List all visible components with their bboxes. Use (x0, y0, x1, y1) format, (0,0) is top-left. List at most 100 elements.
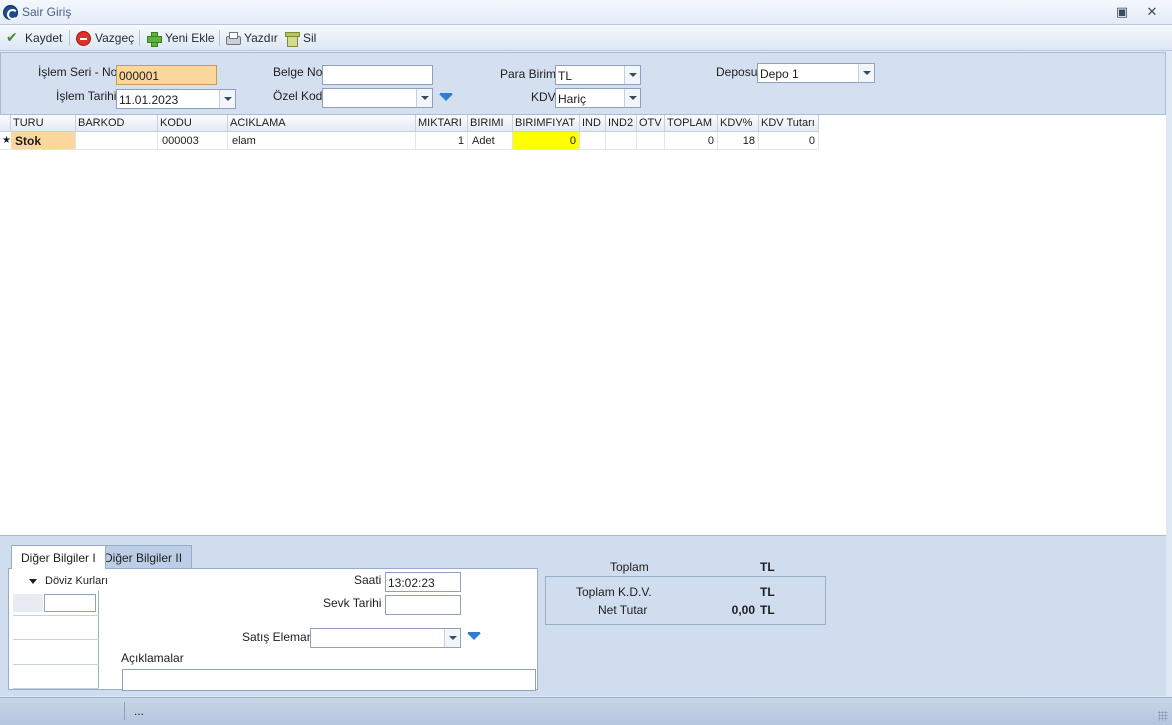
collapse-arrow-icon[interactable] (29, 579, 37, 584)
satis-elemani-combo[interactable] (310, 628, 461, 648)
table-cell[interactable] (580, 132, 606, 150)
table-cell[interactable]: 0 (665, 132, 718, 150)
column-header[interactable]: TOPLAM (665, 115, 718, 132)
window-title: Sair Giriş (22, 5, 72, 19)
save-button[interactable]: Kaydet (6, 29, 62, 47)
app-logo-icon (3, 5, 18, 20)
status-bar: ... (0, 697, 1172, 725)
column-header[interactable]: MIKTARI (416, 115, 468, 132)
chevron-down-icon[interactable] (858, 64, 874, 82)
resize-grip-icon[interactable] (1158, 711, 1168, 721)
islem-tarihi-label: İşlem Tarihi (56, 89, 117, 103)
printer-icon (225, 31, 241, 46)
deposu-value: Depo 1 (760, 67, 799, 81)
aciklamalar-field[interactable] (122, 669, 536, 691)
sevk-tarihi-field[interactable] (385, 595, 461, 615)
saati-label: Saati (354, 573, 382, 587)
table-cell[interactable]: Stok (11, 132, 76, 150)
chevron-down-icon[interactable] (416, 89, 432, 107)
grid-corner (0, 115, 11, 132)
table-cell[interactable] (637, 132, 665, 150)
deposu-label: Deposu (716, 65, 758, 79)
satis-elemani-label: Satış Elemanı (242, 630, 317, 644)
doviz-kurlari-label: Döviz Kurları (45, 575, 108, 587)
print-button[interactable]: Yazdır (225, 29, 278, 47)
toplam-kdv-label: Toplam K.D.V. (576, 585, 652, 599)
filter-icon[interactable] (467, 632, 481, 644)
close-icon[interactable]: ✕ (1144, 4, 1160, 20)
kdv-value: Hariç (558, 92, 587, 106)
doviz-kurlari-grid[interactable] (13, 591, 99, 690)
add-new-button[interactable]: Yeni Ekle (146, 29, 215, 47)
header-form: İşlem Seri - No 000001 İşlem Tarihi 11.0… (0, 52, 1166, 115)
delete-button[interactable]: Sil (284, 29, 316, 47)
table-cell[interactable]: 0 (759, 132, 819, 150)
table-cell[interactable] (76, 132, 158, 150)
column-header[interactable]: KDV Tutarı (759, 115, 819, 132)
toolbar-divider (219, 30, 220, 46)
cancel-button-label: Vazgeç (95, 31, 135, 45)
kdv-label: KDV (531, 90, 556, 104)
table-cell[interactable]: 1 (416, 132, 468, 150)
grid-line (13, 615, 99, 616)
grid-line (13, 664, 99, 665)
save-button-label: Kaydet (25, 31, 63, 45)
toplam-label: Toplam (610, 560, 649, 574)
column-header[interactable]: TURU (11, 115, 76, 132)
filter-icon[interactable] (439, 93, 453, 105)
column-header[interactable]: OTV (637, 115, 665, 132)
toplam-kdv-currency: TL (760, 585, 775, 599)
grid-line (13, 688, 99, 689)
deposu-combo[interactable]: Depo 1 (757, 63, 875, 83)
column-header[interactable]: BIRIMFIYAT (513, 115, 580, 132)
column-header[interactable]: BIRIMI (468, 115, 513, 132)
chevron-down-icon[interactable] (624, 66, 640, 84)
belge-no-field[interactable] (322, 65, 433, 85)
islem-seri-no-field[interactable]: 000001 (116, 65, 217, 85)
toolbar-divider (69, 30, 70, 46)
bottom-panel: Diğer Bilgiler I Diğer Bilgiler II Döviz… (0, 535, 1166, 696)
islem-tarihi-value: 11.01.2023 (119, 93, 179, 107)
tab-diger-bilgiler-2[interactable]: Diğer Bilgiler II (94, 545, 193, 568)
column-header[interactable]: IND (580, 115, 606, 132)
saati-field[interactable]: 13:02:23 (385, 572, 461, 592)
table-cell[interactable]: 0 (513, 132, 580, 150)
ozel-kod-combo[interactable] (322, 88, 433, 108)
print-button-label: Yazdır (244, 31, 278, 45)
table-cell[interactable]: 18 (718, 132, 759, 150)
kdv-combo[interactable]: Hariç (555, 88, 641, 108)
column-header[interactable]: IND2 (606, 115, 637, 132)
toolbar-divider (139, 30, 140, 46)
table-cell[interactable]: Adet (468, 132, 513, 150)
table-cell[interactable]: 000003 (158, 132, 228, 150)
table-cell[interactable]: elam (228, 132, 416, 150)
ozel-kod-label: Özel Kod (273, 89, 323, 103)
table-cell[interactable] (606, 132, 637, 150)
table-row[interactable]: Stok 000003 elam 1 Adet 0 0 18 0 (0, 132, 819, 150)
column-header[interactable]: KODU (158, 115, 228, 132)
toolbar: Kaydet Vazgeç Yeni Ekle Yazdır Sil (0, 25, 1172, 51)
totals-box: Toplam K.D.V. TL Net Tutar 0,00 TL (545, 576, 826, 625)
net-tutar-currency: TL (760, 603, 775, 617)
islem-tarihi-field[interactable]: 11.01.2023 (116, 89, 236, 109)
belge-no-label: Belge No (273, 65, 323, 79)
doviz-kur-input[interactable] (44, 594, 96, 612)
tab-diger-bilgiler-1[interactable]: Diğer Bilgiler I (11, 545, 106, 569)
restore-icon[interactable]: ▣ (1114, 4, 1130, 20)
column-header[interactable]: BARKOD (76, 115, 158, 132)
status-text: ... (134, 704, 145, 718)
grid-line (13, 639, 99, 640)
chevron-down-icon[interactable] (624, 89, 640, 107)
sevk-tarihi-label: Sevk Tarihi (323, 596, 382, 610)
chevron-down-icon[interactable] (219, 90, 235, 108)
column-header[interactable]: KDV% (718, 115, 759, 132)
column-header[interactable]: ACIKLAMA (228, 115, 416, 132)
islem-seri-no-label: İşlem Seri - No (38, 65, 118, 79)
cancel-button[interactable]: Vazgeç (76, 29, 134, 47)
chevron-down-icon[interactable] (444, 629, 460, 647)
items-grid[interactable]: TURU BARKOD KODU ACIKLAMA MIKTARI BIRIMI… (0, 115, 1166, 535)
net-tutar-label: Net Tutar (598, 603, 648, 617)
tab-content: Döviz Kurları Saati 13:02:23 Sevk Tarihi… (8, 568, 538, 691)
para-birimi-combo[interactable]: TL (555, 65, 641, 85)
status-divider (124, 702, 125, 720)
